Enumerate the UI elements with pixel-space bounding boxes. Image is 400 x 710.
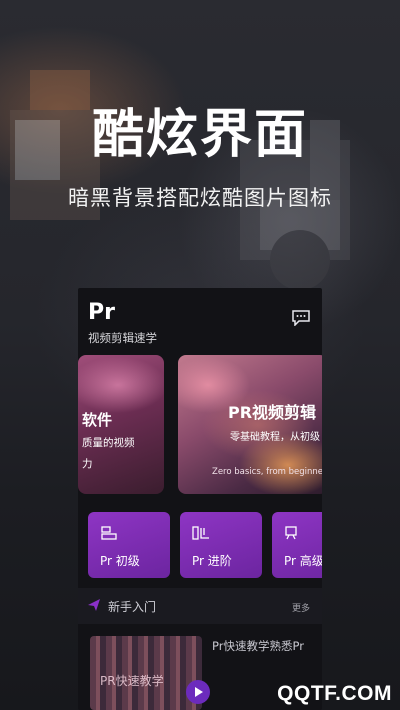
level-label: Pr 初级 bbox=[100, 554, 140, 568]
level-card-expert[interactable]: Pr 高级 bbox=[272, 512, 322, 578]
send-icon bbox=[88, 599, 100, 611]
level-card-advanced[interactable]: Pr 进阶 bbox=[180, 512, 262, 578]
section-title: 新手入门 bbox=[108, 600, 157, 614]
course-thumbnail-label: PR快速教学 bbox=[100, 674, 164, 688]
site-watermark: QQTF.COM bbox=[277, 682, 392, 705]
chat-bubble-icon[interactable] bbox=[292, 310, 310, 326]
banner-prev-line2: 力 bbox=[82, 458, 93, 470]
app-subtitle: 视频剪辑速学 bbox=[88, 331, 157, 345]
more-link[interactable]: 更多 bbox=[292, 601, 310, 614]
banner-prev-line1: 质量的视频 bbox=[82, 437, 135, 449]
promo-subtitle: 暗黑背景搭配炫酷图片图标 bbox=[68, 186, 332, 210]
banner-prev-title: 软件 bbox=[82, 411, 113, 429]
level-label: Pr 进阶 bbox=[192, 554, 232, 568]
app-logo: Pr bbox=[88, 300, 115, 325]
banner-english-caption: Zero basics, from beginner bbox=[212, 467, 322, 477]
play-triangle-icon bbox=[195, 687, 203, 697]
play-icon[interactable] bbox=[186, 680, 210, 704]
course-title[interactable]: Pr快速教学熟悉Pr bbox=[212, 638, 312, 654]
phone-screen: Pr 视频剪辑速学 软件 质量的视频 力 PR视频剪辑 零基础教程，从初级 Ze… bbox=[78, 288, 322, 710]
banner-title: PR视频剪辑 bbox=[228, 403, 317, 422]
banner-subtitle: 零基础教程，从初级 bbox=[230, 432, 320, 443]
level-label: Pr 高级 bbox=[284, 554, 322, 568]
expert-icon bbox=[285, 526, 297, 540]
advanced-icon bbox=[192, 526, 209, 540]
level-card-beginner[interactable]: Pr 初级 bbox=[88, 512, 170, 578]
beginner-icon bbox=[101, 526, 117, 540]
banner-card-prev[interactable]: 软件 质量的视频 力 bbox=[78, 355, 164, 494]
banner-card-current[interactable]: PR视频剪辑 零基础教程，从初级 Zero basics, from begin… bbox=[178, 355, 322, 494]
promo-title: 酷炫界面 bbox=[91, 105, 308, 165]
